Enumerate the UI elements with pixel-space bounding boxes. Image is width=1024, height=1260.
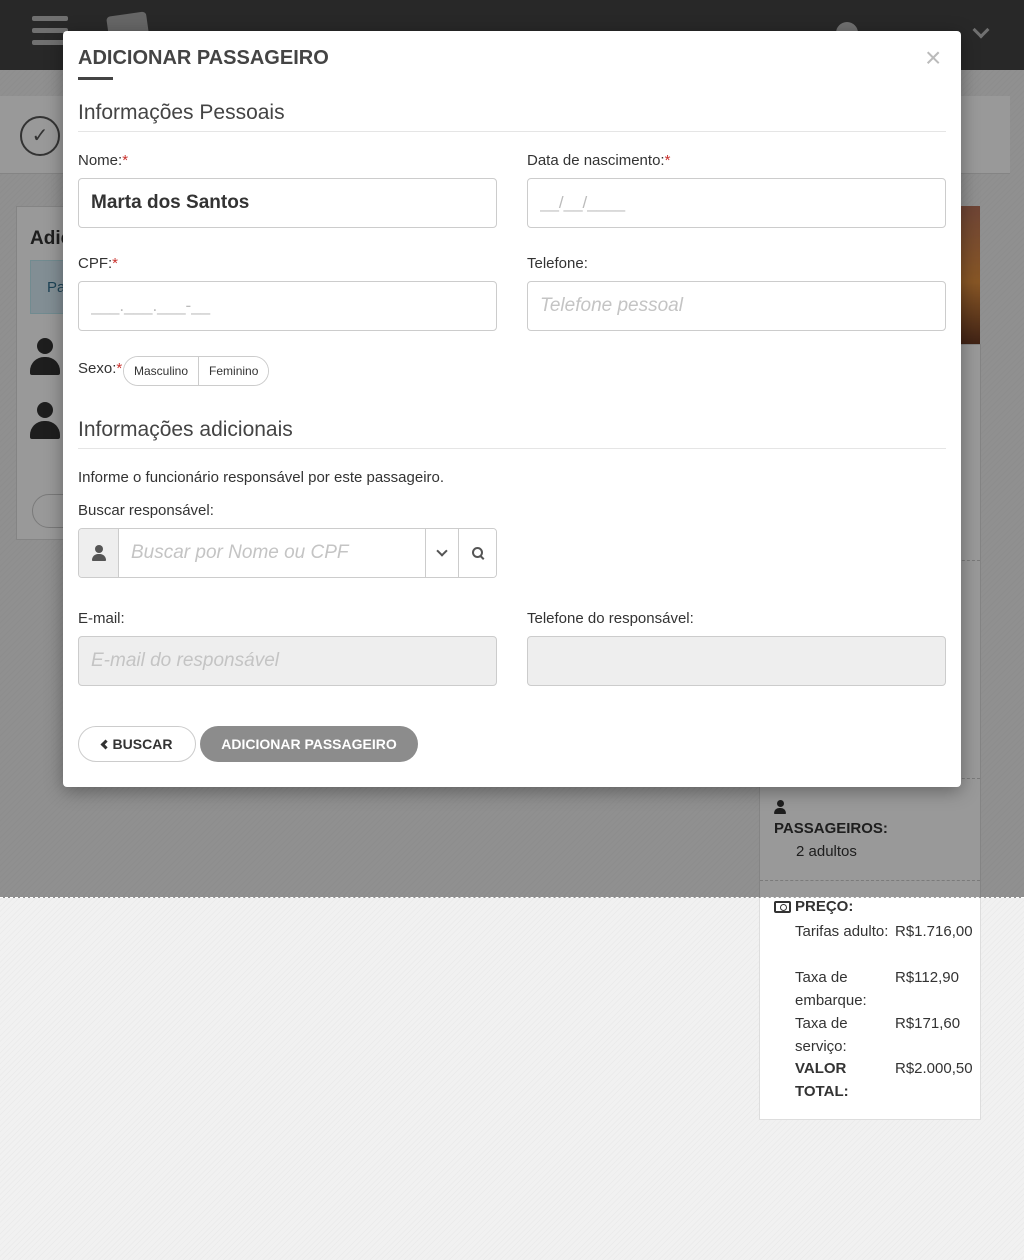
responsible-phone-label: Telefone do responsável: [527, 610, 694, 627]
price-row: Taxa de serviço: R$171,60 [795, 1012, 981, 1058]
phone-label: Telefone: [527, 255, 588, 272]
required-mark: * [122, 152, 129, 169]
email-label: E-mail: [78, 610, 125, 627]
dropdown-button[interactable] [425, 529, 458, 577]
chevron-down-icon [436, 545, 448, 557]
modal-title: ADICIONAR PASSAGEIRO [78, 47, 329, 69]
price-row-label: Taxa de embarque: [795, 969, 867, 1009]
title-underline [78, 77, 113, 80]
close-icon[interactable]: × [925, 43, 941, 73]
phone-input[interactable] [527, 281, 946, 331]
birthdate-input[interactable] [527, 178, 946, 228]
responsible-phone-input[interactable] [527, 636, 946, 686]
cpf-label-text: CPF: [78, 255, 113, 272]
required-mark: * [116, 360, 123, 377]
birthdate-label: Data de nascimento:* [527, 152, 670, 169]
chevron-left-icon [100, 739, 110, 749]
price-row-value: R$112,90 [895, 969, 959, 986]
sex-label-text: Sexo: [78, 360, 117, 377]
responsible-search-group [78, 528, 497, 578]
help-text: Informe o funcionário responsável por es… [78, 469, 445, 486]
required-mark: * [112, 255, 119, 272]
sex-option-female[interactable]: Feminino [198, 357, 269, 385]
price-total-label: VALOR TOTAL: [795, 1060, 849, 1100]
price-row-label: Taxa de serviço: [795, 1015, 848, 1055]
back-button-label: BUSCAR [112, 736, 173, 752]
search-icon [471, 547, 484, 559]
cpf-input[interactable] [78, 281, 497, 331]
price-row-value: R$1.716,00 [895, 923, 973, 940]
sex-toggle-group: Masculino Feminino [123, 356, 270, 386]
price-row: Taxa de embarque: R$112,90 [795, 966, 981, 1012]
personal-info-heading: Informações Pessoais [78, 101, 946, 132]
name-label: Nome:* [78, 152, 128, 169]
responsible-search-input[interactable] [119, 529, 425, 577]
cpf-label: CPF:* [78, 255, 118, 272]
add-passenger-modal: ADICIONAR PASSAGEIRO × Informações Pesso… [63, 31, 961, 787]
required-mark: * [664, 152, 671, 169]
user-icon [79, 529, 119, 577]
back-to-search-button[interactable]: BUSCAR [78, 726, 196, 762]
price-row-value: R$171,60 [895, 1015, 961, 1032]
price-row-label: Tarifas adulto: [795, 923, 889, 940]
money-icon [774, 900, 791, 913]
email-input[interactable] [78, 636, 497, 686]
search-responsible-label: Buscar responsável: [78, 502, 214, 519]
name-input[interactable] [78, 178, 497, 228]
price-heading: PREÇO: [774, 898, 853, 915]
sex-option-male[interactable]: Masculino [124, 357, 199, 385]
price-row: Tarifas adulto: R$1.716,00 [795, 920, 981, 943]
additional-info-heading: Informações adicionais [78, 418, 946, 449]
name-label-text: Nome: [78, 152, 123, 169]
price-total-value: R$2.000,50 [895, 1060, 973, 1077]
sex-label: Sexo:* [78, 360, 122, 377]
price-total-row: VALOR TOTAL: R$2.000,50 [795, 1057, 981, 1103]
birthdate-label-text: Data de nascimento: [527, 152, 665, 169]
add-passenger-button[interactable]: ADICIONAR PASSAGEIRO [200, 726, 418, 762]
search-button[interactable] [458, 529, 496, 577]
price-label: PREÇO: [795, 898, 854, 915]
